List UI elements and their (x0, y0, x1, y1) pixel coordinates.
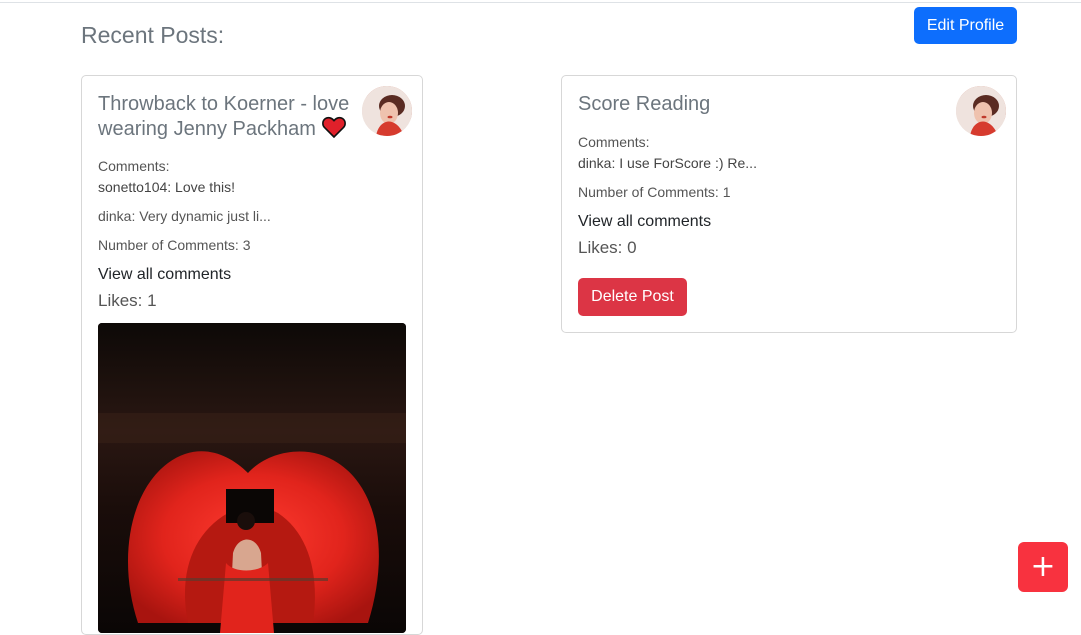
post-image[interactable] (98, 323, 406, 633)
view-all-comments-link[interactable]: View all comments (98, 266, 231, 284)
likes-count: Likes: 0 (578, 238, 637, 257)
comments-label: Comments: (98, 158, 170, 174)
avatar[interactable] (362, 86, 412, 136)
top-divider (0, 2, 1081, 3)
edit-profile-button[interactable]: Edit Profile (914, 7, 1017, 44)
add-post-button[interactable]: + (1018, 542, 1068, 592)
section-title: Recent Posts: (81, 22, 225, 48)
number-of-comments: Number of Comments: 1 (578, 184, 731, 200)
heart-icon (321, 116, 346, 144)
view-all-comments-link[interactable]: View all comments (578, 213, 711, 231)
post-card: Throwback to Koerner - love wearing Jenn… (81, 75, 423, 635)
avatar[interactable] (956, 86, 1006, 136)
post-title[interactable]: Throwback to Koerner - love wearing Jenn… (98, 92, 358, 144)
comments-label: Comments: (578, 134, 650, 150)
post-title[interactable]: Score Reading (578, 92, 710, 116)
delete-post-button[interactable]: Delete Post (578, 278, 687, 316)
post-card: Score Reading Comments: dinka: I use For… (561, 75, 1017, 333)
likes-count: Likes: 1 (98, 291, 157, 310)
post-title-text: Throwback to Koerner - love wearing Jenn… (98, 93, 350, 140)
number-of-comments: Number of Comments: 3 (98, 237, 251, 253)
comment-item: dinka: I use ForScore :) Re... (578, 155, 757, 171)
comment-item: sonetto104: Love this! (98, 179, 235, 195)
comment-item: dinka: Very dynamic just li... (98, 208, 271, 224)
